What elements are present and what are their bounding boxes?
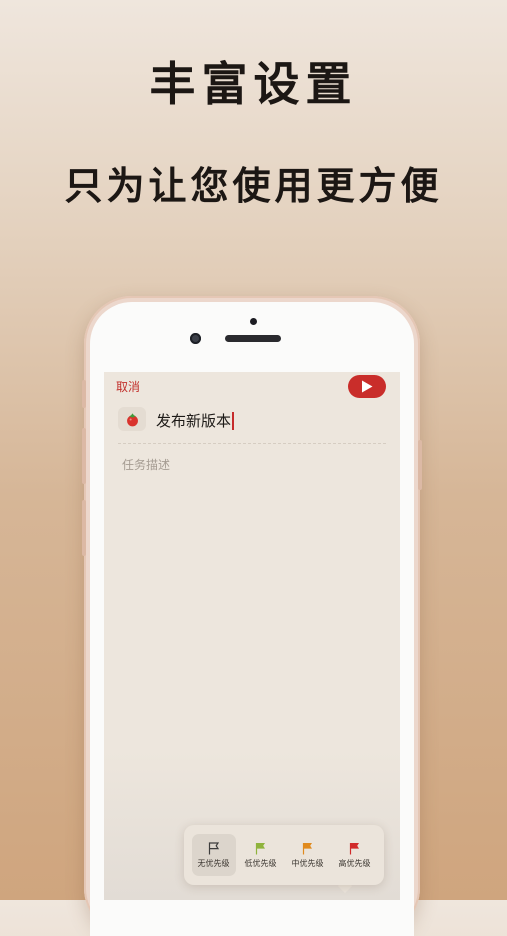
- headline-subtitle: 只为让您使用更方便: [64, 163, 443, 208]
- earpiece-speaker: [225, 335, 281, 342]
- flag-outline-icon: [208, 841, 219, 854]
- flag-icon: [302, 842, 312, 854]
- submit-button[interactable]: [348, 375, 386, 398]
- volume-down-button: [82, 500, 86, 556]
- task-editor-screen: 取消 发布新版本 任务描述 无优先级 低优先级 中优先级 高优先级: [104, 372, 400, 900]
- category-button[interactable]: [118, 407, 146, 431]
- task-title-input[interactable]: 发布新版本: [156, 410, 234, 431]
- title-divider: [118, 443, 386, 444]
- priority-option-high[interactable]: 高优先级: [333, 834, 377, 876]
- cancel-button[interactable]: 取消: [116, 378, 140, 395]
- task-title-text: 发布新版本: [156, 412, 232, 430]
- priority-label: 高优先级: [338, 858, 371, 868]
- priority-label: 中优先级: [291, 858, 324, 868]
- power-button: [418, 440, 422, 490]
- priority-option-low[interactable]: 低优先级: [239, 834, 283, 876]
- proximity-sensor: [250, 318, 257, 325]
- mute-switch: [82, 380, 86, 408]
- front-camera: [190, 333, 201, 344]
- tomato-icon: [126, 412, 138, 426]
- headline-title: 丰富设置: [149, 57, 358, 111]
- task-description-input[interactable]: 任务描述: [122, 456, 170, 473]
- priority-popover: 无优先级 低优先级 中优先级 高优先级: [184, 825, 384, 885]
- priority-option-medium[interactable]: 中优先级: [286, 834, 330, 876]
- priority-label: 低优先级: [244, 858, 277, 868]
- text-caret: [232, 411, 234, 430]
- flag-icon: [255, 842, 265, 854]
- volume-up-button: [82, 428, 86, 484]
- play-icon: [362, 380, 373, 393]
- priority-option-none[interactable]: 无优先级: [191, 834, 236, 876]
- flag-icon: [349, 842, 359, 854]
- priority-label: 无优先级: [197, 858, 230, 868]
